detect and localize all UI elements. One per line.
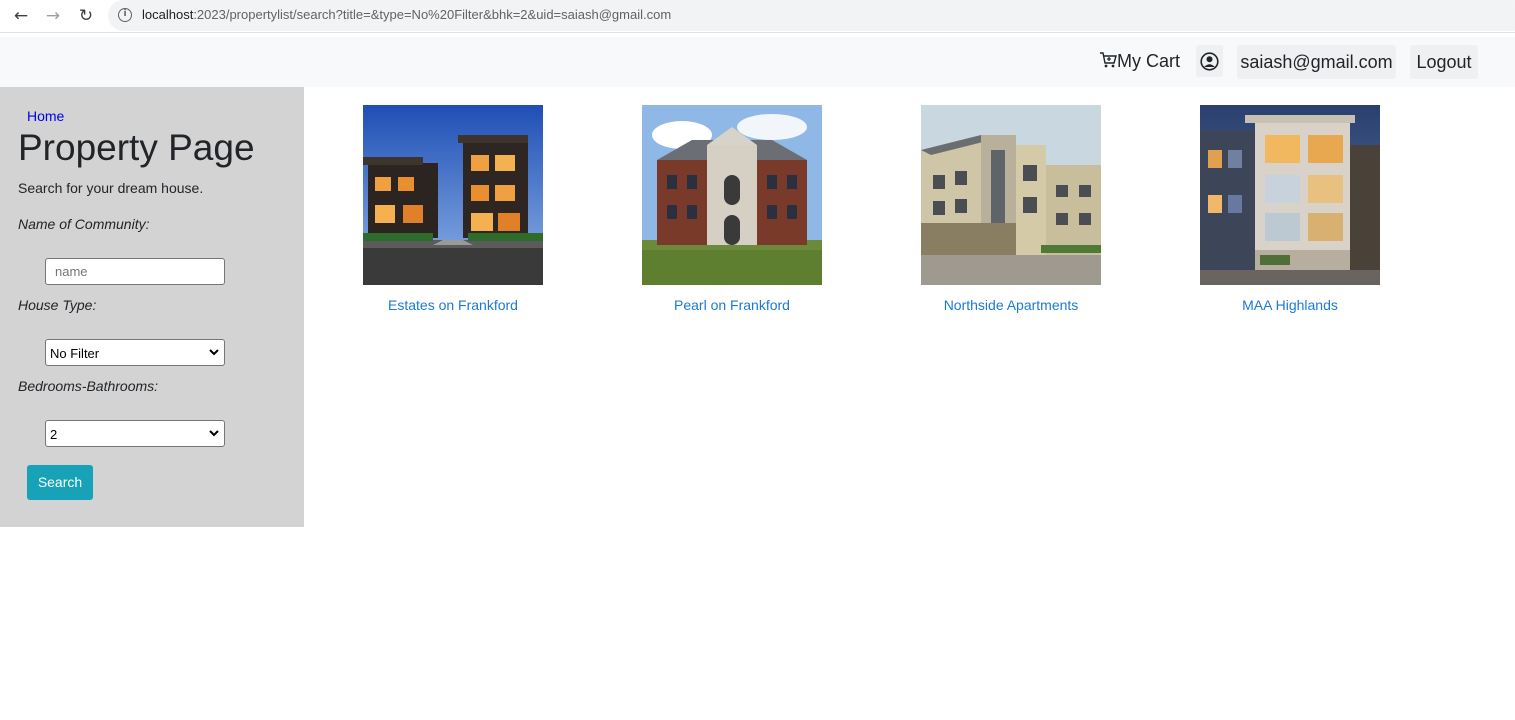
- property-link[interactable]: Pearl on Frankford: [642, 297, 822, 313]
- bedrooms-bathrooms-select[interactable]: 2: [45, 420, 225, 447]
- cart-icon: [1100, 52, 1117, 68]
- property-image[interactable]: [1200, 105, 1380, 285]
- chevron-down-icon: [209, 430, 219, 437]
- property-image[interactable]: [642, 105, 822, 285]
- profile-button[interactable]: [1196, 45, 1223, 77]
- reload-icon[interactable]: ↻: [75, 5, 97, 27]
- property-link[interactable]: Northside Apartments: [921, 297, 1101, 313]
- search-sidebar: Home Property Page Search for your dream…: [0, 87, 304, 527]
- url-path: :2023/propertylist/search?title=&type=No…: [193, 7, 672, 22]
- property-card: Estates on Frankford: [363, 105, 543, 313]
- page-subtitle: Search for your dream house.: [18, 180, 204, 196]
- back-arrow-icon[interactable]: ←: [10, 5, 32, 27]
- browser-toolbar: ← → ↻ i localhost:2023/propertylist/sear…: [0, 0, 1515, 33]
- bedrooms-bathrooms-label: Bedrooms-Bathrooms:: [18, 378, 159, 394]
- logout-button[interactable]: Logout: [1410, 45, 1478, 79]
- cart-label: My Cart: [1117, 51, 1180, 71]
- address-bar[interactable]: i localhost:2023/propertylist/search?tit…: [108, 0, 1515, 31]
- info-icon[interactable]: i: [118, 8, 132, 22]
- home-link[interactable]: Home: [27, 108, 64, 124]
- property-image[interactable]: [363, 105, 543, 285]
- house-type-value: No Filter: [50, 346, 100, 361]
- property-card: MAA Highlands: [1200, 105, 1380, 313]
- search-button[interactable]: Search: [27, 465, 93, 500]
- chevron-down-icon: [209, 349, 219, 356]
- page-title: Property Page: [18, 127, 255, 168]
- property-card: Pearl on Frankford: [642, 105, 822, 313]
- user-circle-icon: [1200, 52, 1219, 71]
- user-email-button[interactable]: saiash@gmail.com: [1237, 45, 1396, 79]
- top-navbar: My Cart saiash@gmail.com Logout: [0, 37, 1515, 87]
- community-name-input[interactable]: [45, 258, 225, 285]
- property-card: Northside Apartments: [921, 105, 1101, 313]
- url-host: localhost: [142, 7, 194, 22]
- house-type-select[interactable]: No Filter: [45, 339, 225, 366]
- community-name-label: Name of Community:: [18, 216, 150, 232]
- bedrooms-bathrooms-value: 2: [50, 427, 58, 442]
- forward-arrow-icon[interactable]: →: [42, 5, 64, 27]
- url-text[interactable]: localhost:2023/propertylist/search?title…: [142, 7, 671, 22]
- property-image[interactable]: [921, 105, 1101, 285]
- house-type-label: House Type:: [18, 297, 97, 313]
- property-link[interactable]: MAA Highlands: [1200, 297, 1380, 313]
- property-link[interactable]: Estates on Frankford: [363, 297, 543, 313]
- my-cart-link[interactable]: My Cart: [1099, 51, 1180, 72]
